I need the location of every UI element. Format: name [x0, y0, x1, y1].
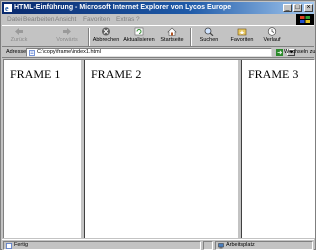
- address-input[interactable]: C:\copy\frame\index1.html: [26, 48, 295, 57]
- favorites-button[interactable]: Favoriten: [228, 27, 256, 47]
- frame-3[interactable]: FRAME 3: [242, 60, 315, 238]
- windows-flag-icon: [300, 16, 310, 23]
- frame-2[interactable]: FRAME 2: [85, 60, 237, 238]
- back-button[interactable]: Zurück: [8, 27, 30, 47]
- status-text: Fertig: [14, 242, 29, 248]
- home-icon: [167, 27, 177, 36]
- refresh-label: Aktualisieren: [123, 37, 155, 43]
- favorites-icon: [237, 28, 247, 36]
- toolbar-separator: [88, 28, 90, 46]
- menu-bearbeiten[interactable]: Bearbeiten: [23, 16, 54, 24]
- title-bar[interactable]: e HTML-Einführung - Microsoft Internet E…: [2, 2, 314, 14]
- minimize-button[interactable]: _: [283, 4, 292, 12]
- search-button[interactable]: Suchen: [196, 27, 222, 47]
- page-done-icon: [6, 243, 12, 249]
- svg-text:e: e: [5, 4, 9, 12]
- stop-label: Abbrechen: [92, 37, 120, 43]
- forward-label: Vorwärts: [56, 37, 78, 43]
- address-label: Adresse: [6, 49, 27, 55]
- menu-help[interactable]: ?: [136, 16, 140, 24]
- menu-bar: Datei Bearbeiten Ansicht Favoriten Extra…: [2, 14, 314, 25]
- address-value: C:\copy\frame\index1.html: [37, 49, 101, 55]
- back-arrow-icon: [15, 28, 23, 35]
- refresh-icon: [134, 27, 144, 36]
- search-icon: [204, 27, 214, 36]
- go-label: Wechseln zu: [284, 49, 316, 55]
- home-button[interactable]: Startseite: [158, 27, 186, 47]
- maximize-button[interactable]: □: [293, 4, 302, 12]
- frame-1-title: FRAME 1: [10, 67, 61, 81]
- brand-logo: [296, 14, 314, 25]
- html-page-icon: [29, 50, 35, 56]
- frame-1[interactable]: FRAME 1: [4, 60, 80, 238]
- menu-extras[interactable]: Extras: [116, 16, 134, 24]
- menu-datei[interactable]: Datei: [7, 16, 22, 24]
- status-bar: Fertig Arbeitsplatz: [2, 239, 314, 250]
- frame-2-title: FRAME 2: [91, 67, 142, 81]
- stop-icon: [102, 27, 110, 36]
- search-label: Suchen: [199, 37, 219, 43]
- address-bar: Adresse C:\copy\frame\index1.html Wechse…: [2, 47, 316, 58]
- toolbar: Zurück Vorwärts Abbrechen Aktualisieren …: [2, 25, 314, 47]
- forward-button[interactable]: Vorwärts: [54, 27, 80, 47]
- window-title: HTML-Einführung - Microsoft Internet Exp…: [14, 4, 232, 11]
- favorites-label: Favoriten: [230, 37, 254, 43]
- back-label: Zurück: [10, 37, 28, 43]
- history-label: Verlauf: [263, 37, 281, 43]
- browser-window: e HTML-Einführung - Microsoft Internet E…: [0, 0, 316, 250]
- stop-button[interactable]: Abbrechen: [92, 27, 120, 47]
- refresh-button[interactable]: Aktualisieren: [122, 27, 156, 47]
- zone-text: Arbeitsplatz: [226, 242, 255, 248]
- history-icon: [267, 27, 277, 36]
- go-arrow-icon: [276, 49, 283, 56]
- status-pane-empty: [203, 241, 213, 250]
- forward-arrow-icon: [63, 28, 71, 35]
- home-label: Startseite: [160, 37, 184, 43]
- menu-ansicht[interactable]: Ansicht: [55, 16, 76, 24]
- close-button[interactable]: ×: [304, 4, 313, 12]
- status-pane: Fertig: [3, 241, 201, 250]
- toolbar-separator: [190, 28, 192, 46]
- frameset-content: FRAME 1 FRAME 2 FRAME 3: [3, 59, 315, 238]
- menu-favoriten[interactable]: Favoriten: [83, 16, 110, 24]
- computer-icon: [218, 243, 224, 249]
- frame-3-title: FRAME 3: [248, 67, 299, 81]
- zone-pane: Arbeitsplatz: [215, 241, 313, 250]
- history-button[interactable]: Verlauf: [260, 27, 284, 47]
- ie-logo-icon: e: [4, 4, 12, 12]
